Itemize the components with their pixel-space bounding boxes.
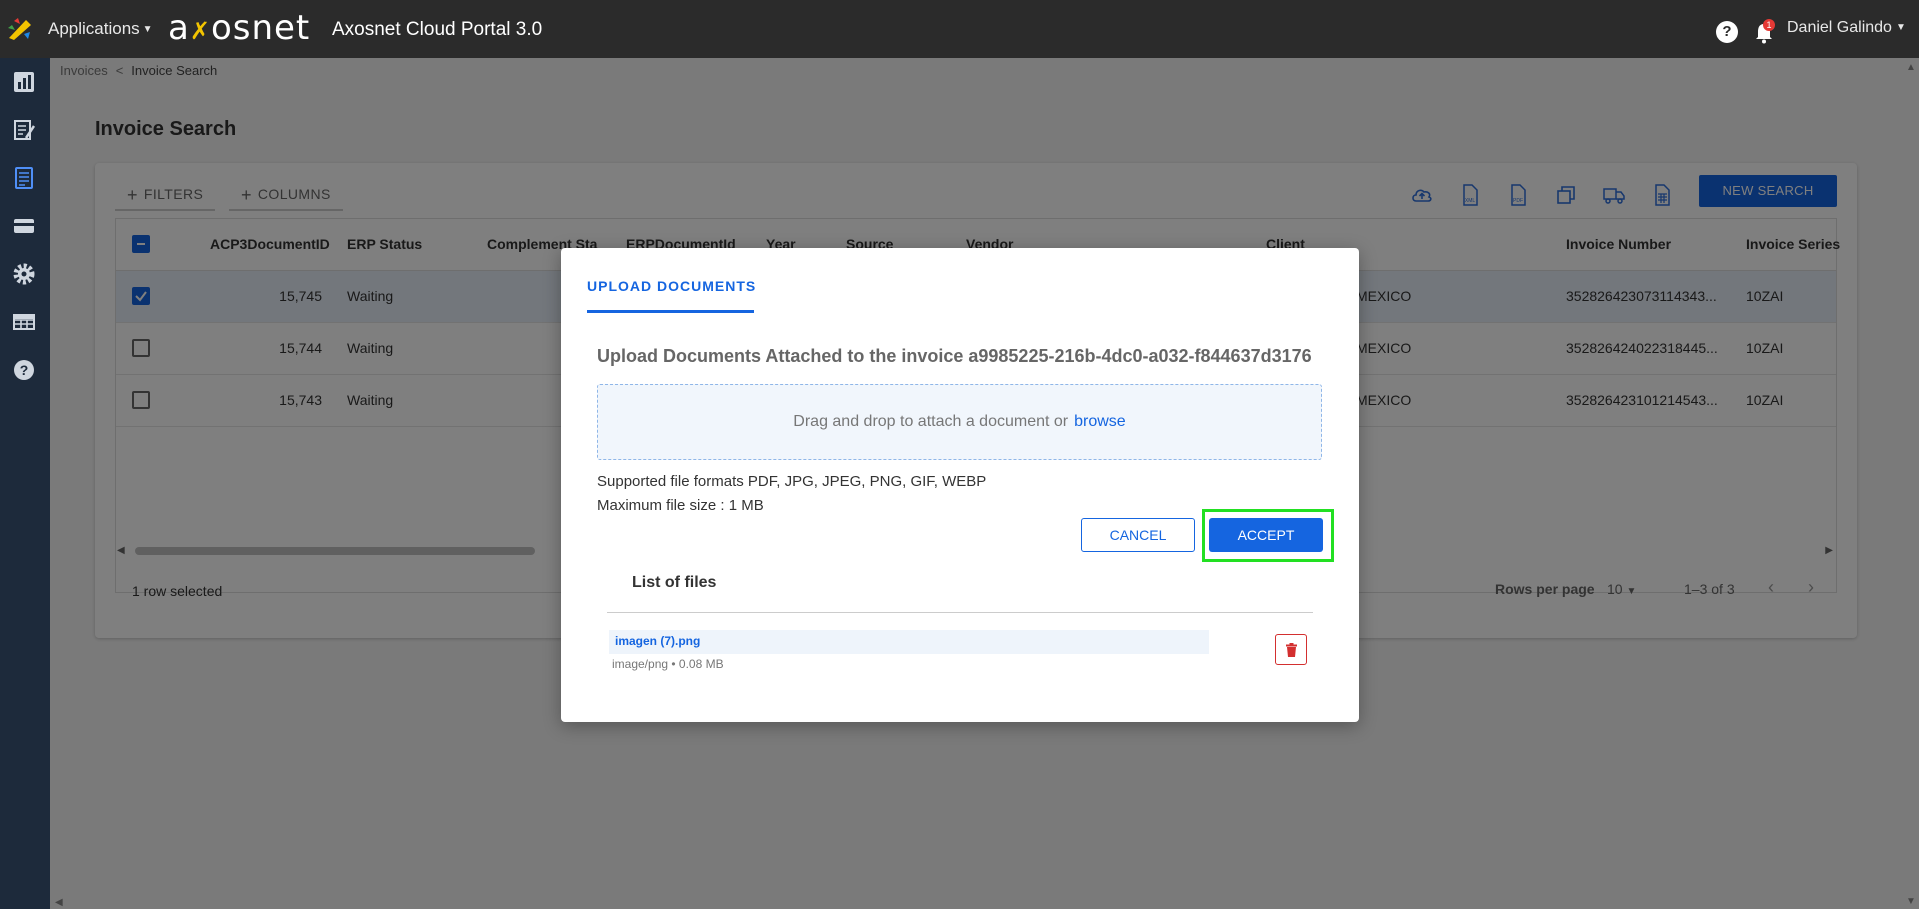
portal-title: Axosnet Cloud Portal 3.0	[332, 19, 543, 40]
card-icon[interactable]	[12, 214, 36, 238]
table-icon[interactable]	[12, 310, 36, 334]
scroll-left-icon[interactable]: ◀	[55, 897, 63, 908]
scroll-down-icon[interactable]: ▼	[1906, 896, 1916, 907]
user-menu[interactable]: Daniel Galindo ▼	[1787, 19, 1906, 37]
dialog-title: Upload Documents Attached to the invoice…	[597, 346, 1312, 366]
file-dropzone[interactable]: Drag and drop to attach a document or bro…	[597, 384, 1322, 460]
vertical-scrollbar[interactable]: ▲ ▼	[1903, 58, 1919, 909]
invoices-pen-icon[interactable]	[12, 118, 36, 142]
user-name: Daniel Galindo	[1787, 19, 1892, 36]
upload-documents-dialog: UPLOAD DOCUMENTS Upload Documents Attach…	[561, 248, 1359, 722]
active-tab-indicator	[587, 310, 754, 313]
file-meta: image/png • 0.08 MB	[612, 657, 724, 671]
accept-button[interactable]: ACCEPT	[1209, 518, 1323, 552]
help-icon[interactable]: ?	[1716, 21, 1738, 43]
cancel-button[interactable]: CANCEL	[1081, 518, 1195, 552]
notification-badge: 1	[1763, 19, 1775, 31]
supported-formats-text: Supported file formats PDF, JPG, JPEG, P…	[597, 473, 987, 490]
chevron-down-icon: ▼	[1895, 22, 1906, 33]
top-bar: Applications ▼ a✗osnet Axosnet Cloud Port…	[0, 0, 1919, 58]
svg-text:?: ?	[20, 362, 29, 378]
tab-upload-documents[interactable]: UPLOAD DOCUMENTS	[587, 278, 756, 294]
applications-label: Applications	[48, 19, 140, 38]
gear-icon[interactable]	[12, 262, 36, 286]
app-logo-icon[interactable]	[6, 16, 34, 42]
max-file-size-text: Maximum file size : 1 MB	[597, 497, 764, 514]
delete-file-button[interactable]	[1275, 634, 1307, 665]
document-icon[interactable]	[12, 166, 36, 190]
file-list-title: List of files	[632, 574, 717, 591]
sidebar: ?	[0, 58, 50, 909]
scroll-up-icon[interactable]: ▲	[1906, 62, 1916, 73]
dropzone-text: Drag and drop to attach a document or	[793, 413, 1069, 430]
dashboard-icon[interactable]	[12, 70, 36, 94]
trash-icon	[1286, 643, 1297, 657]
brand-logo: a✗osnet	[168, 8, 311, 48]
chevron-down-icon: ▼	[142, 24, 153, 35]
divider	[607, 612, 1313, 613]
browse-link[interactable]: browse	[1074, 413, 1126, 430]
applications-menu[interactable]: Applications ▼	[48, 19, 153, 39]
help-icon[interactable]: ?	[12, 358, 36, 382]
file-name: imagen (7).png	[615, 634, 701, 648]
